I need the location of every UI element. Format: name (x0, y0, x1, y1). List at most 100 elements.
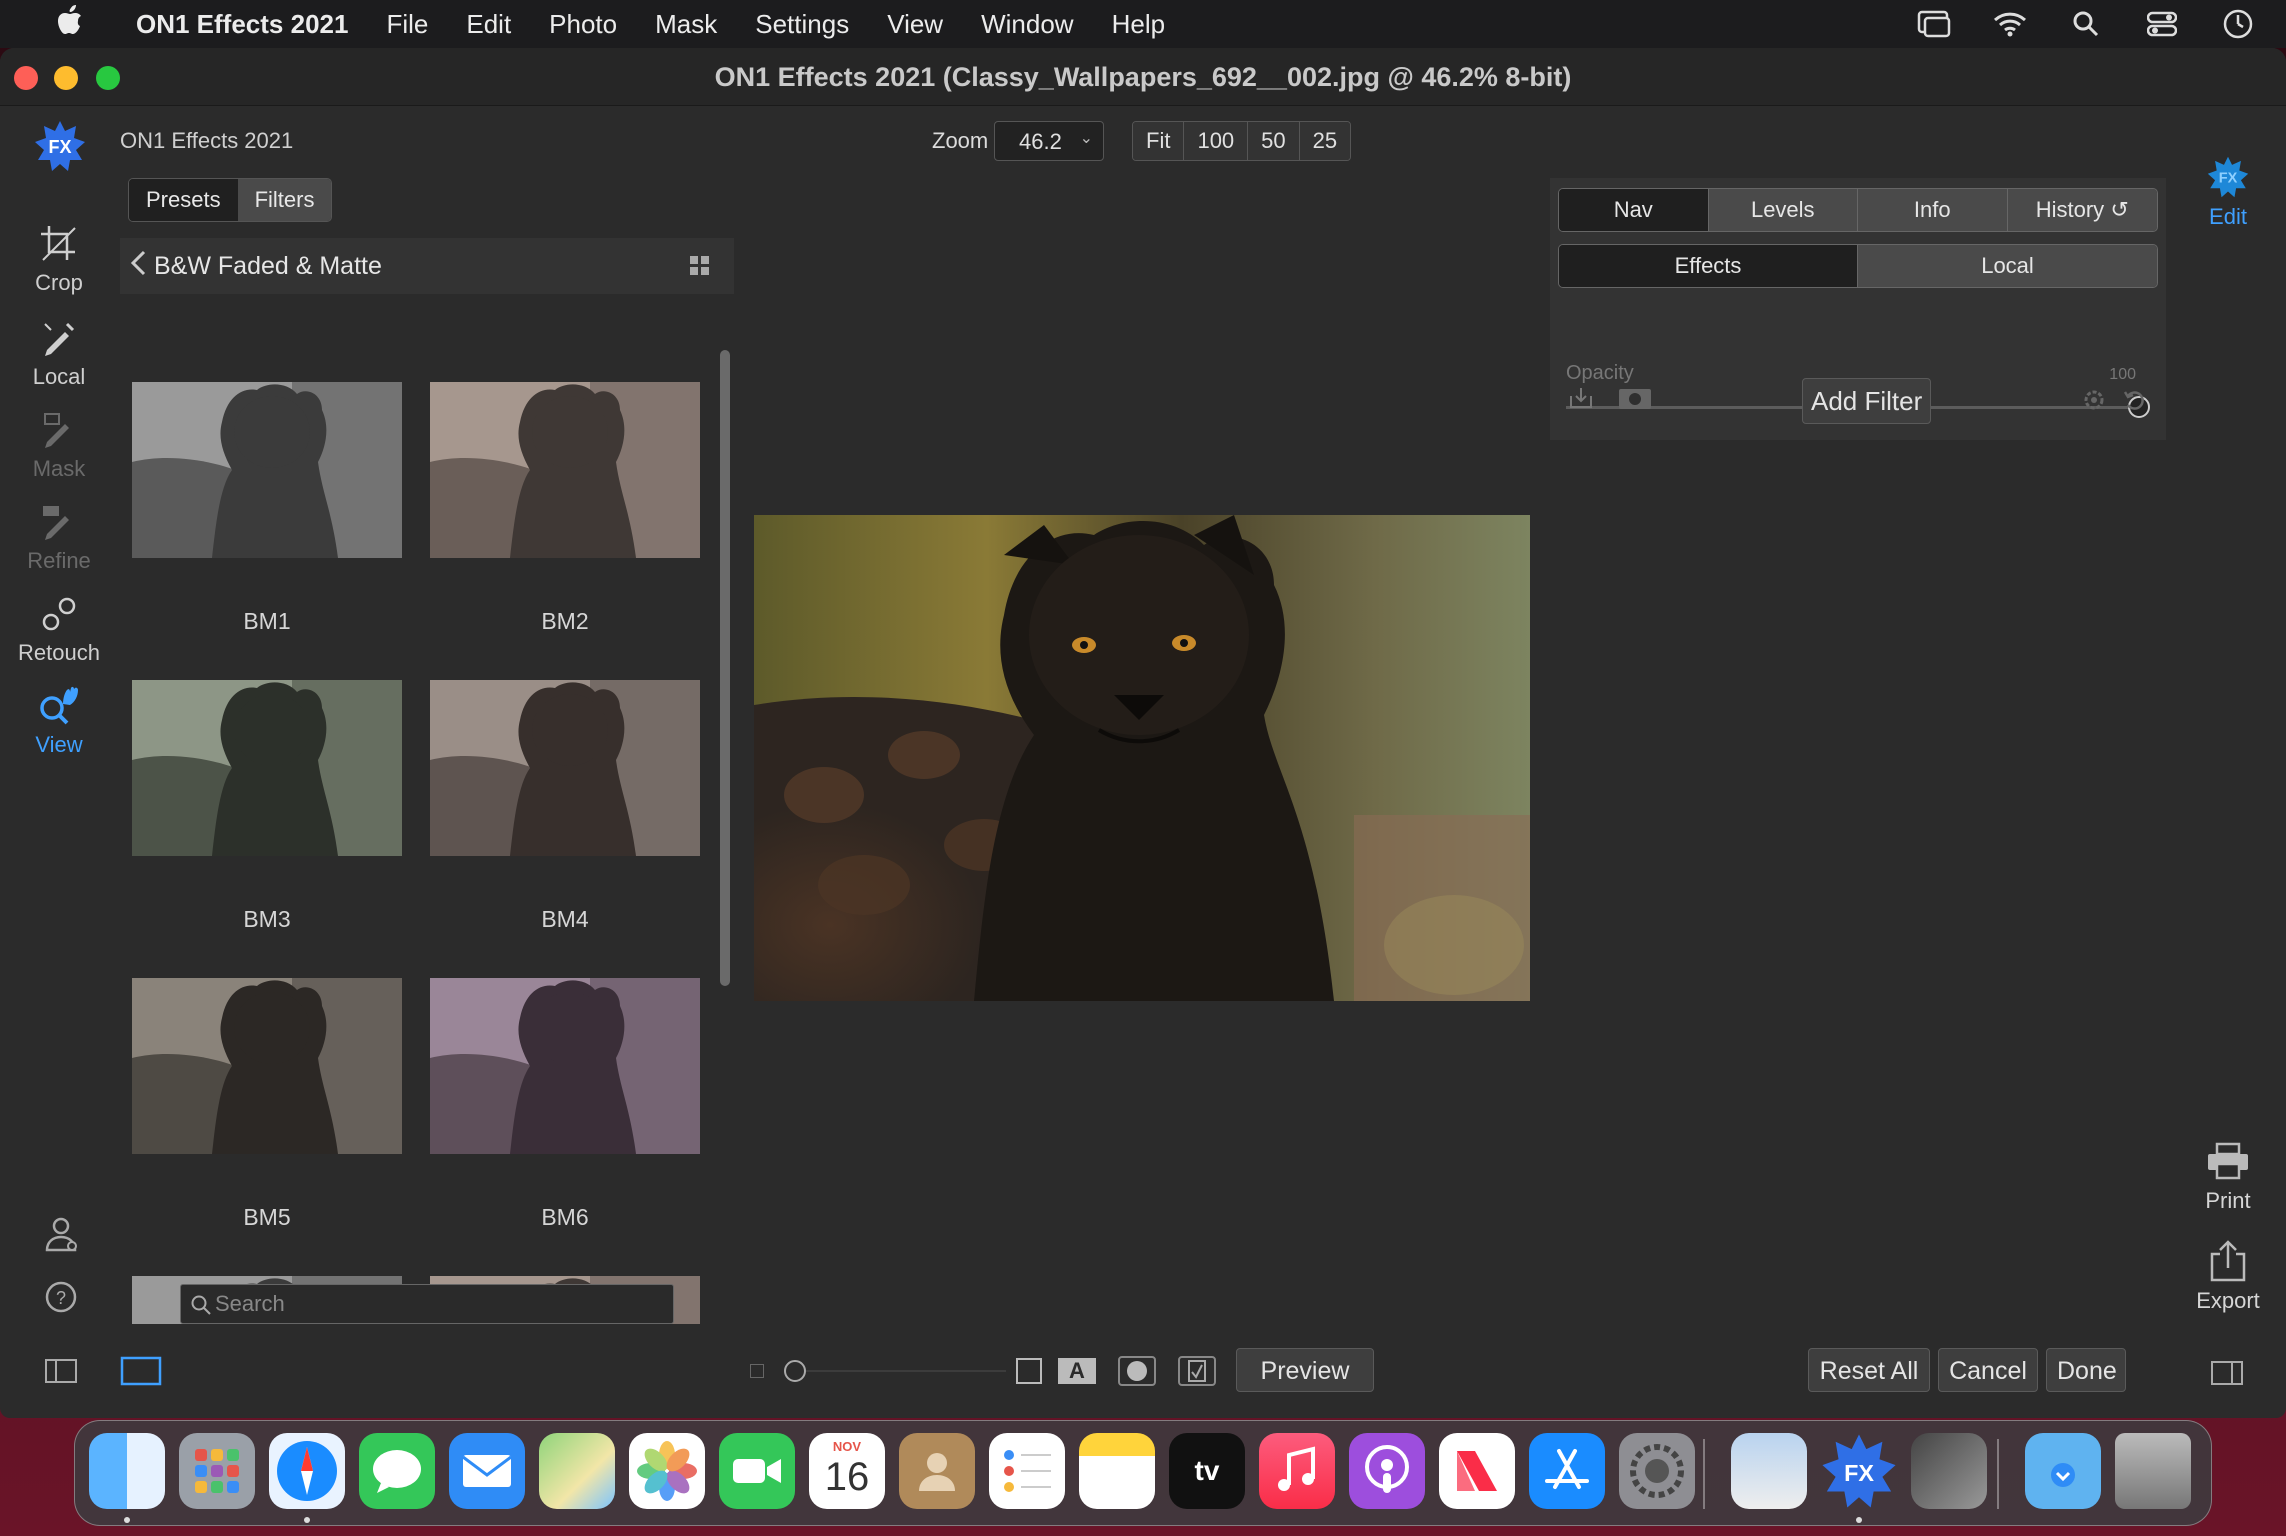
clock-icon[interactable] (2220, 9, 2256, 39)
mail-icon[interactable] (449, 1433, 525, 1509)
text-overlay-icon[interactable]: A (1058, 1358, 1096, 1384)
screen-mirroring-icon[interactable] (1916, 9, 1952, 39)
reset-all-button[interactable]: Reset All (1808, 1348, 1930, 1392)
trash-icon[interactable] (2115, 1433, 2191, 1509)
tab-history[interactable]: History ↺ (2007, 189, 2157, 231)
system-preferences-icon[interactable] (1619, 1433, 1695, 1509)
tab-effects[interactable]: Effects (1559, 245, 1858, 287)
menu-app-name[interactable]: ON1 Effects 2021 (100, 9, 367, 40)
apple-tv-icon[interactable]: tv (1169, 1433, 1245, 1509)
apple-menu-icon[interactable] (40, 5, 100, 43)
download-icon[interactable] (1568, 386, 1594, 415)
music-icon[interactable] (1259, 1433, 1335, 1509)
edit-module-button[interactable]: FX Edit (2170, 156, 2286, 230)
menu-mask[interactable]: Mask (636, 9, 736, 40)
preset-thumbnail-bm3[interactable] (132, 680, 402, 856)
menu-help[interactable]: Help (1093, 9, 1184, 40)
menu-photo[interactable]: Photo (530, 9, 636, 40)
dock-separator (1997, 1439, 1999, 1509)
export-button[interactable]: Export (2170, 1240, 2286, 1314)
back-chevron-icon[interactable] (130, 248, 146, 285)
toggle-right-panel-icon[interactable] (2210, 1360, 2244, 1391)
reminders-icon[interactable] (989, 1433, 1065, 1509)
search-input[interactable] (215, 1285, 665, 1323)
large-square-icon[interactable] (1016, 1358, 1042, 1384)
crop-icon (41, 226, 76, 261)
main-photo-canvas[interactable] (754, 515, 1530, 1001)
single-view-icon[interactable] (120, 1356, 162, 1391)
gear-icon[interactable] (2082, 388, 2106, 417)
print-button[interactable]: Print (2170, 1142, 2286, 1214)
spotlight-search-icon[interactable] (2068, 9, 2104, 39)
notes-icon[interactable] (1079, 1433, 1155, 1509)
zoom-fit-button[interactable]: Fit (1133, 122, 1185, 160)
zoom-100-button[interactable]: 100 (1184, 122, 1249, 160)
downloads-folder-icon[interactable] (2025, 1433, 2101, 1509)
toggle-left-panel-icon[interactable] (44, 1358, 78, 1389)
mask-toggle-icon[interactable] (1618, 388, 1652, 415)
preset-search-field[interactable] (180, 1284, 674, 1324)
on1-effects-dock-icon[interactable]: FX (1821, 1433, 1897, 1509)
browser-scrollbar[interactable] (720, 350, 730, 986)
photos-icon[interactable] (629, 1433, 705, 1509)
zoom-select[interactable]: 46.2 ⌄ (994, 121, 1104, 161)
mask-view-icon[interactable] (1118, 1356, 1156, 1386)
zoom-50-button[interactable]: 50 (1248, 122, 1300, 160)
podcasts-icon[interactable] (1349, 1433, 1425, 1509)
preset-thumbnail-bm1[interactable] (132, 382, 402, 558)
title-bar: ON1 Effects 2021 (Classy_Wallpapers_692_… (0, 48, 2286, 106)
export-label: Export (2196, 1288, 2260, 1313)
local-tool[interactable]: Local (0, 318, 118, 390)
small-square-icon[interactable] (750, 1364, 764, 1378)
messages-icon[interactable] (359, 1433, 435, 1509)
tab-presets[interactable]: Presets (129, 179, 238, 221)
zoom-25-button[interactable]: 25 (1299, 122, 1351, 160)
preset-thumbnail-bm6[interactable] (430, 978, 700, 1154)
tab-local[interactable]: Local (1858, 245, 2157, 287)
done-button[interactable]: Done (2046, 1348, 2126, 1392)
preset-thumbnail-bm4[interactable] (430, 680, 700, 856)
news-icon[interactable] (1439, 1433, 1515, 1509)
menu-edit[interactable]: Edit (447, 9, 530, 40)
calendar-month: NOV (832, 1439, 862, 1454)
maps-icon[interactable] (539, 1433, 615, 1509)
menu-settings[interactable]: Settings (736, 9, 868, 40)
reset-icon[interactable] (2122, 388, 2146, 417)
brush-size-slider-track[interactable] (806, 1370, 1006, 1372)
preview-button[interactable]: Preview (1236, 1348, 1374, 1392)
opacity-value: 100 (2109, 366, 2136, 383)
contacts-icon[interactable] (899, 1433, 975, 1509)
panel-top-tabs: Nav Levels Info History ↺ (1558, 188, 2158, 232)
menu-window[interactable]: Window (962, 9, 1092, 40)
refine-tool[interactable]: Refine (0, 502, 118, 574)
menu-view[interactable]: View (868, 9, 962, 40)
screenshot-app-icon[interactable] (1911, 1433, 1987, 1509)
calendar-icon[interactable]: NOV 16 (809, 1433, 885, 1509)
tab-levels[interactable]: Levels (1708, 189, 1858, 231)
tab-info[interactable]: Info (1858, 189, 2008, 231)
crop-tool[interactable]: Crop (0, 224, 118, 296)
mask-tool[interactable]: Mask (0, 410, 118, 482)
control-center-icon[interactable] (2144, 9, 2180, 39)
tab-nav[interactable]: Nav (1559, 189, 1709, 231)
cancel-button[interactable]: Cancel (1938, 1348, 2038, 1392)
brush-size-slider-knob[interactable] (784, 1360, 806, 1382)
retouch-tool[interactable]: Retouch (0, 594, 118, 666)
launchpad-icon[interactable] (179, 1433, 255, 1509)
preset-thumbnail-bm5[interactable] (132, 978, 402, 1154)
app-store-icon[interactable] (1529, 1433, 1605, 1509)
wifi-icon[interactable] (1992, 9, 2028, 39)
add-filter-button[interactable]: Add Filter (1802, 378, 1932, 424)
view-tool[interactable]: View (0, 686, 118, 758)
menu-file[interactable]: File (367, 9, 447, 40)
finder-icon[interactable] (89, 1433, 165, 1509)
tab-filters[interactable]: Filters (237, 179, 332, 221)
compare-view-icon[interactable] (1178, 1356, 1216, 1386)
facetime-icon[interactable] (719, 1433, 795, 1509)
help-icon[interactable]: ? (44, 1280, 78, 1319)
safari-icon[interactable] (269, 1433, 345, 1509)
preview-app-icon[interactable] (1731, 1433, 1807, 1509)
user-icon[interactable] (44, 1216, 78, 1257)
grid-view-icon[interactable] (690, 256, 710, 276)
preset-thumbnail-bm2[interactable] (430, 382, 700, 558)
